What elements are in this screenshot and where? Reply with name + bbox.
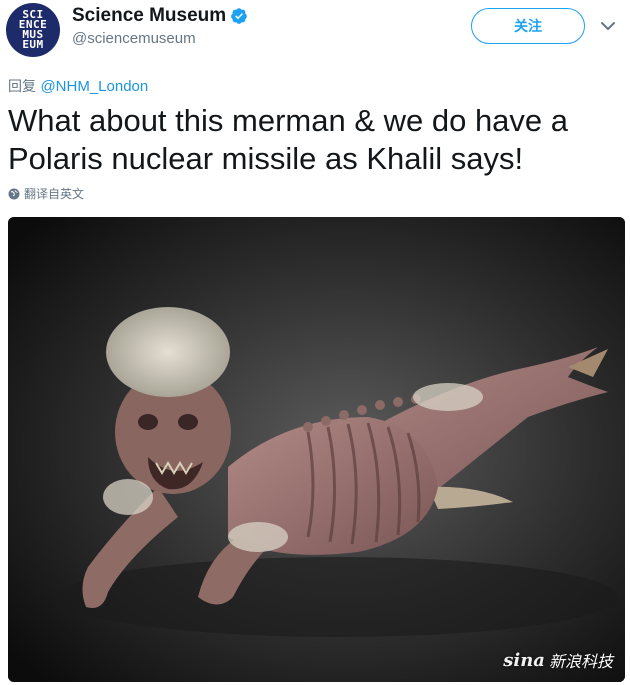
display-name[interactable]: Science Museum [72, 5, 226, 27]
verified-badge-icon [231, 8, 248, 24]
science-museum-logo: SCI ENCE MUS EUM [6, 3, 60, 57]
reply-prefix: 回复 [8, 79, 36, 95]
user-handle[interactable]: @sciencemuseum [72, 30, 196, 47]
tweet-photo[interactable]: sina 新浪科技 [8, 217, 625, 682]
chevron-down-icon[interactable] [598, 16, 618, 36]
sina-logo: sina [503, 649, 545, 671]
tweet-header: SCI ENCE MUS EUM Science Museum @science… [0, 0, 630, 70]
display-name-row[interactable]: Science Museum [72, 4, 248, 28]
reply-context: 回复 @NHM_London [8, 76, 148, 96]
globe-icon [8, 188, 20, 199]
watermark-text: 新浪科技 [548, 652, 613, 671]
translate-tweet-link[interactable]: 翻译自英文 [8, 185, 84, 202]
merman-specimen-image [8, 217, 625, 682]
tweet-text: What about this merman & we do have a Po… [8, 103, 569, 176]
translate-label[interactable]: 翻译自英文 [24, 185, 84, 202]
avatar-logo-line: EUM [22, 38, 44, 51]
follow-button[interactable]: 关注 [471, 8, 585, 44]
reply-mention-link[interactable]: @NHM_London [40, 78, 148, 95]
sina-watermark: sina 新浪科技 [503, 648, 613, 672]
avatar[interactable]: SCI ENCE MUS EUM [6, 3, 60, 57]
